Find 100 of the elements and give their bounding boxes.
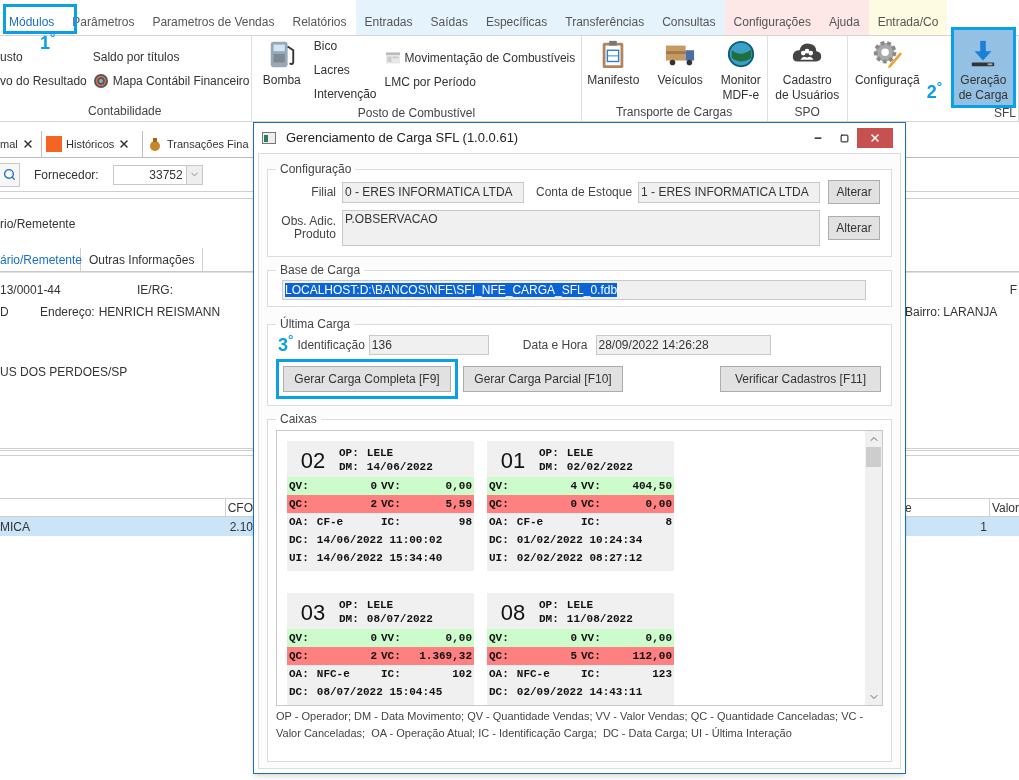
partial-load-button[interactable]: Gerar Carga Parcial [F10]	[463, 366, 623, 392]
scroll-thumb[interactable]	[866, 447, 881, 467]
info-label: Endereço:	[40, 304, 95, 321]
ribbon-tab[interactable]: Consultas	[653, 0, 725, 35]
field-label: OP:	[539, 446, 559, 460]
field-value: 14/06/2022	[366, 460, 433, 474]
ribbon-button[interactable]: Bomba	[257, 36, 306, 104]
ribbon-button[interactable]: Lacres	[313, 61, 377, 79]
full-load-button[interactable]: Gerar Carga Completa [F9]	[283, 366, 451, 392]
group-title: Base de Carga	[279, 262, 362, 279]
supplier-dropdown[interactable]: 33752	[112, 164, 203, 185]
register-number: 08	[499, 598, 527, 627]
step-number: 2$^{°}$	[926, 79, 944, 104]
field-label: QC:	[289, 648, 309, 664]
field-value: 0	[570, 496, 578, 512]
sub-tab[interactable]: Outras Informações	[81, 248, 204, 271]
field-label: Obs. Adic. Produto	[280, 215, 336, 241]
field-label: DM:	[539, 612, 559, 626]
field-value: 102	[452, 666, 472, 682]
field-label: OP:	[339, 446, 359, 460]
change-button[interactable]: Alterar	[828, 180, 881, 204]
ribbon-tab[interactable]: Ajuda	[819, 0, 869, 35]
ribbon-button[interactable]: LMC por Período	[384, 73, 576, 91]
ribbon-button[interactable]: usto	[0, 48, 87, 66]
notes-field[interactable]: P.OBSERVACAO	[342, 210, 820, 246]
field-value: 0	[570, 630, 578, 646]
close-icon[interactable]	[21, 138, 34, 150]
change-button[interactable]: Alterar	[828, 216, 880, 240]
field-label: VC:	[581, 496, 601, 512]
ribbon-button[interactable]: Movimentação de Combustíveis	[384, 49, 576, 67]
step-number: 3$^{°}$	[278, 336, 294, 354]
field-label: QV:	[289, 478, 309, 494]
ribbon-button[interactable]: Configuraçã	[849, 36, 925, 104]
ribbon-tab[interactable]: Entrada/Co	[868, 0, 948, 35]
field-value: 2	[370, 648, 378, 664]
ribbon-button[interactable]: Geração de Carga	[953, 30, 1013, 105]
field-value: 0,00	[445, 478, 472, 494]
field-value: 404,50	[632, 478, 672, 494]
field-label: UI:	[289, 550, 309, 566]
ribbon-tab[interactable]: Configurações	[724, 0, 820, 35]
ribbon-button[interactable]: Intervenção	[313, 85, 377, 103]
load-date-field[interactable]: 28/09/2022 14:26:28	[595, 335, 771, 355]
ribbon-tab[interactable]: Específicas	[476, 0, 557, 35]
ribbon-button[interactable]: Bico	[313, 37, 377, 55]
field-value: 02/02/2022	[566, 460, 633, 474]
field-label: Identificação	[297, 337, 365, 354]
ribbon-tab[interactable]: Transferências	[556, 0, 654, 35]
field-label: Fornecedor:	[34, 166, 99, 184]
field-label: QV:	[489, 478, 509, 494]
field-label: OP:	[539, 598, 559, 612]
field-value: 02/09/2022 14:43:11	[516, 684, 643, 700]
field-label: DC:	[289, 684, 309, 700]
info-label: F	[1009, 283, 1018, 297]
gear-pencil-icon	[872, 39, 903, 69]
ribbon-button[interactable]: Cadastro de Usuários	[770, 36, 845, 103]
verify-button[interactable]: Verificar Cadastros [F11]	[720, 366, 881, 392]
field-label: VC:	[581, 648, 601, 664]
field-value: 08/07/2022 15:04:45	[316, 684, 443, 700]
field-label: VC:	[381, 496, 401, 512]
group-label: Contabilidade	[87, 103, 163, 120]
column-header[interactable]: CFO	[225, 499, 253, 516]
section-title: rio/Remetente	[0, 215, 76, 233]
field-label: IC:	[381, 666, 401, 682]
field-value: 2	[370, 496, 378, 512]
close-button[interactable]	[857, 128, 893, 148]
field-value: 08/07/2022	[366, 612, 433, 626]
ribbon-tab[interactable]: Saídas	[421, 0, 477, 35]
app-logo-icon	[46, 136, 62, 152]
ribbon-tab[interactable]: Entradas	[355, 0, 422, 35]
search-button[interactable]	[0, 162, 20, 187]
field-label: QC:	[489, 496, 509, 512]
ribbon-button[interactable]: vo do Resultado	[0, 72, 87, 90]
legend-text: OP - Operador; DM - Data Movimento; QV - Quantidade Vendas; VV - Valor Vendas; QC - Quantidade Canceladas; VC - Valor Canceladas; OA - Operação Atual; IC - Identificação Carga; DC - Data Carga; UI - Última Interação	[276, 709, 865, 741]
stock-account-field[interactable]: 1 - ERES INFORMATICA LTDA	[638, 181, 821, 203]
ribbon-button[interactable]: Manifesto	[582, 36, 645, 103]
ribbon-button[interactable]: Veículos	[652, 36, 708, 103]
ribbon-button[interactable]: Mapa Contábil Financeiro	[92, 72, 250, 90]
globe-icon	[725, 39, 756, 69]
field-label: Conta de Estoque	[536, 184, 633, 201]
close-icon[interactable]	[118, 138, 131, 150]
info-value: 13/0001-44	[0, 282, 62, 299]
maximize-icon	[839, 133, 849, 143]
document-tab[interactable]: mal	[0, 131, 42, 157]
field-value: NFC-e	[516, 666, 550, 682]
ribbon-button[interactable]: Saldo por títulos	[92, 48, 250, 66]
database-path-field[interactable]: LOCALHOST:D:\BANCOS\NFE\SFI_NFE_CARGA_SFL_0.fdb	[282, 280, 866, 300]
table-cell-text: 2.10	[228, 518, 253, 536]
sub-tab[interactable]: ário/Remetente	[0, 248, 81, 271]
table-cell-text: 1	[979, 518, 987, 536]
scrollbar[interactable]	[865, 431, 882, 705]
field-value: 5,59	[445, 496, 472, 512]
load-id-field[interactable]: 136	[368, 335, 489, 355]
ribbon-button[interactable]: Monitor MDF-e	[715, 36, 766, 103]
field-value: CF-e	[316, 514, 344, 530]
table-icon	[384, 50, 401, 66]
field-label: QV:	[289, 630, 309, 646]
info-label: IE/RG:	[137, 282, 173, 299]
branch-field[interactable]: 0 - ERES INFORMATICA LTDA	[342, 181, 524, 203]
column-header[interactable]: Valor	[989, 499, 1019, 516]
field-label: QC:	[289, 496, 309, 512]
